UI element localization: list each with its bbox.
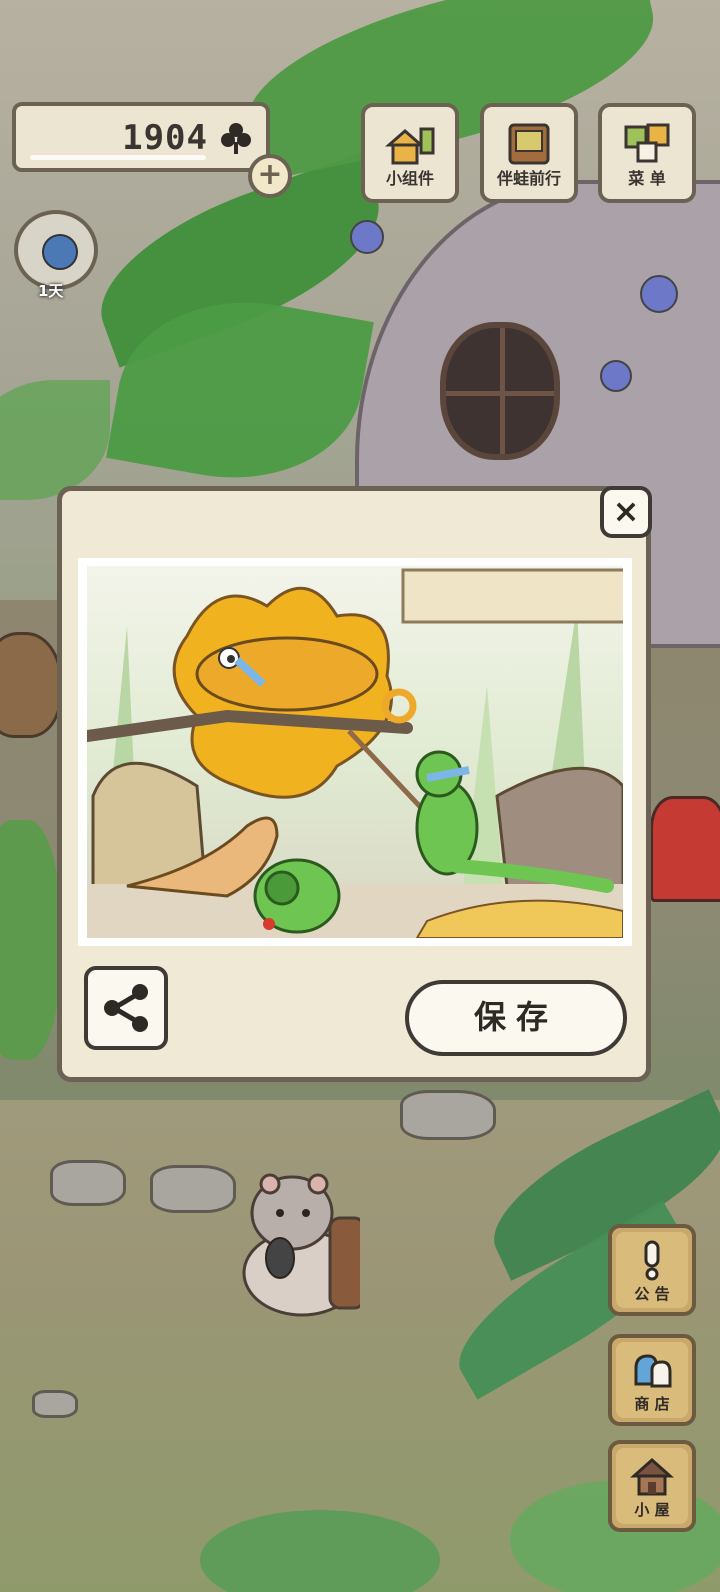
visitor-icon	[42, 234, 78, 270]
save-button[interactable]: 保存	[405, 980, 627, 1056]
day-counter: 1天	[38, 282, 64, 300]
photo-illustration	[87, 568, 623, 938]
shop-label: 商 店	[634, 1395, 670, 1413]
journey-label: 伴蛙前行	[496, 169, 561, 188]
hamster-character[interactable]	[240, 1158, 360, 1318]
notice-label: 公 告	[634, 1285, 670, 1303]
menu-button[interactable]: 菜 单	[598, 103, 696, 203]
house-icon	[630, 1457, 674, 1496]
share-icon	[104, 984, 148, 1032]
bush-decoration	[0, 820, 60, 1060]
clover-count: 1904	[122, 118, 208, 158]
exclamation-icon	[644, 1240, 660, 1281]
flower-decoration	[600, 360, 632, 392]
notice-button[interactable]: 公 告	[608, 1224, 696, 1316]
visitor-avatar[interactable]	[14, 210, 98, 290]
tree-window	[440, 322, 560, 460]
rock-decoration	[50, 1160, 126, 1206]
house-label: 小 屋	[634, 1501, 670, 1519]
clover-counter: 1904	[12, 102, 270, 172]
close-button[interactable]: ×	[600, 486, 652, 538]
wooden-sign	[401, 568, 623, 624]
journey-button[interactable]: 伴蛙前行	[480, 103, 578, 203]
rock-decoration	[32, 1390, 78, 1418]
book-icon	[508, 123, 550, 165]
house-button[interactable]: 小 屋	[608, 1440, 696, 1532]
flower-decoration	[640, 275, 678, 313]
add-clover-button[interactable]: +	[248, 154, 292, 198]
shop-button[interactable]: 商 店	[608, 1334, 696, 1426]
widget-button[interactable]: 小组件	[361, 103, 459, 203]
currency-underline	[30, 155, 206, 160]
rock-decoration	[150, 1165, 236, 1213]
rock-decoration	[400, 1090, 496, 1140]
widget-icon	[385, 127, 435, 165]
share-button[interactable]	[84, 966, 168, 1050]
chestnut-decoration	[0, 632, 62, 738]
menu-label: 菜 单	[628, 169, 666, 188]
clover-icon	[221, 123, 251, 154]
widget-label: 小组件	[385, 169, 434, 188]
flower-decoration	[350, 220, 384, 254]
bag-icon	[634, 1354, 672, 1388]
mailbox-decoration	[650, 796, 720, 902]
travel-photo	[87, 566, 623, 938]
menu-icon	[624, 123, 670, 163]
